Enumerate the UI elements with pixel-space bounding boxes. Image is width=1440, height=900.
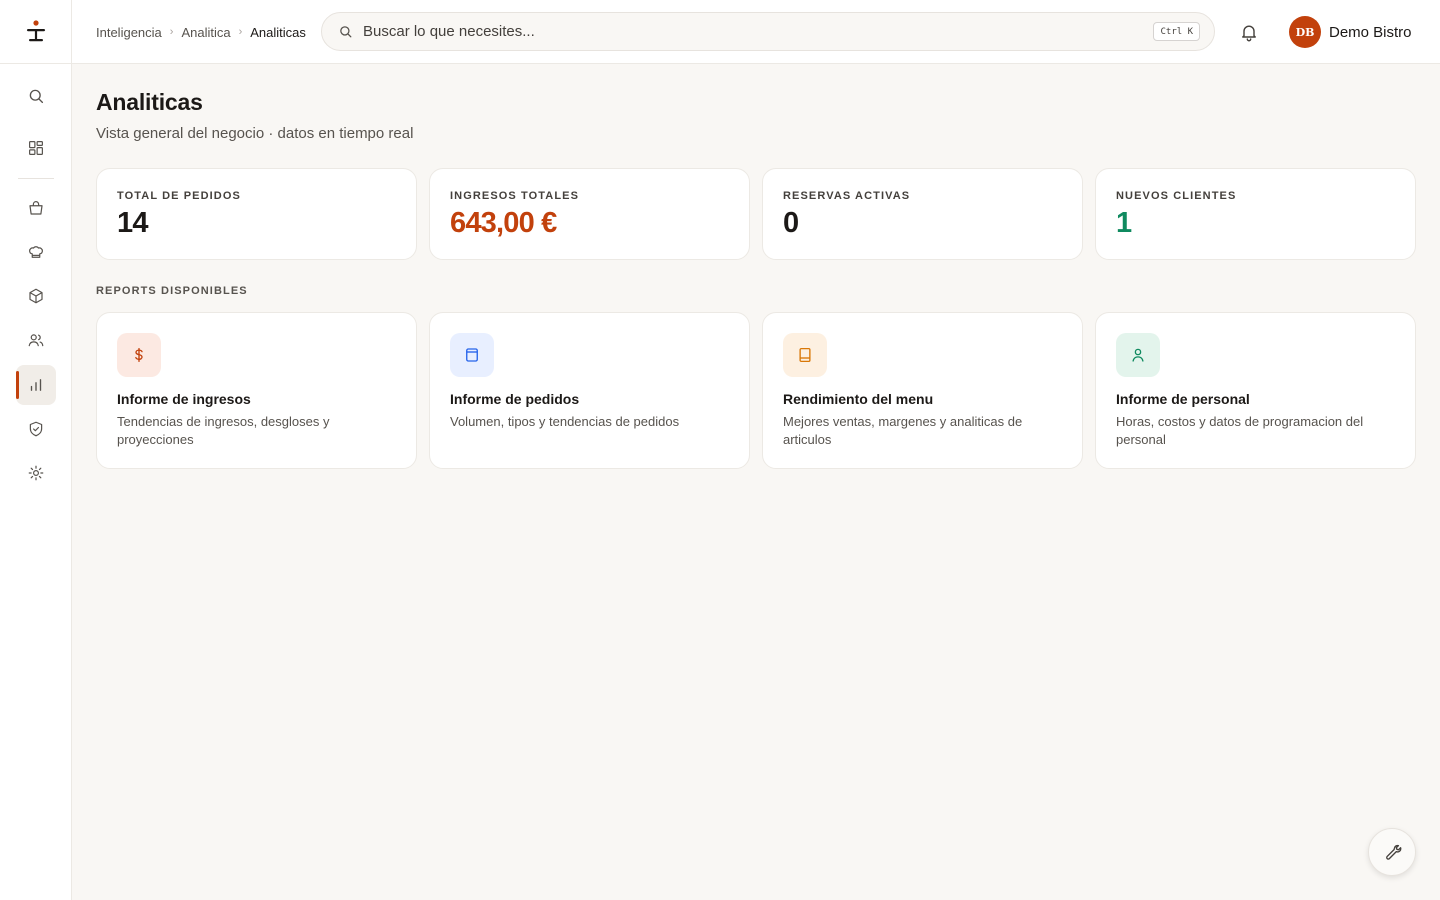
logo-icon xyxy=(27,19,45,41)
sidebar-item-inventory[interactable] xyxy=(16,276,56,316)
bar-chart-icon xyxy=(30,379,42,391)
report-card-menu-performance[interactable]: Rendimiento del menu Mejores ventas, mar… xyxy=(762,312,1083,469)
dashboard-icon xyxy=(29,141,43,155)
breadcrumb: Inteligencia › Analitica › Analiticas xyxy=(96,0,306,64)
report-description: Volumen, tipos y tendencias de pedidos xyxy=(450,414,680,429)
stat-value: 14 xyxy=(117,207,148,239)
wrench-icon xyxy=(1385,844,1401,860)
stat-card-active-reservations: RESERVAS ACTIVAS 0 xyxy=(762,168,1083,260)
report-card-revenue[interactable]: Informe de ingresos Tendencias de ingres… xyxy=(96,312,417,469)
search-bar[interactable]: Ctrl K xyxy=(321,12,1215,51)
users-icon xyxy=(28,334,44,347)
stat-label: INGRESOS TOTALES xyxy=(450,190,580,202)
clipboard-icon xyxy=(466,348,478,362)
breadcrumb-current: Analiticas xyxy=(250,24,306,40)
stat-card-new-customers: NUEVOS CLIENTES 1 xyxy=(1095,168,1416,260)
app-logo[interactable] xyxy=(0,0,72,64)
stat-label: RESERVAS ACTIVAS xyxy=(783,190,911,202)
report-icon-box xyxy=(1116,333,1160,377)
report-title: Informe de personal xyxy=(1116,391,1250,407)
shopping-bag-icon xyxy=(29,201,43,215)
dollar-icon xyxy=(135,347,143,363)
stat-value: 1 xyxy=(1116,207,1132,239)
sidebar xyxy=(0,0,72,900)
report-title: Rendimiento del menu xyxy=(783,391,934,407)
report-description: Horas, costos y datos de programacion de… xyxy=(1116,414,1364,447)
sidebar-item-kitchen[interactable] xyxy=(16,232,56,272)
chevron-right-icon: › xyxy=(169,26,174,38)
bell-icon[interactable] xyxy=(1239,22,1259,42)
topbar: Inteligencia › Analitica › Analiticas Ct… xyxy=(72,0,1440,64)
search-input[interactable] xyxy=(363,23,1123,40)
stat-label: NUEVOS CLIENTES xyxy=(1116,190,1237,202)
stat-card-total-orders: TOTAL DE PEDIDOS 14 xyxy=(96,168,417,260)
report-card-orders[interactable]: Informe de pedidos Volumen, tipos y tend… xyxy=(429,312,750,469)
sidebar-item-settings[interactable] xyxy=(16,453,56,493)
stat-card-total-revenue: INGRESOS TOTALES 643,00 € xyxy=(429,168,750,260)
search-icon xyxy=(29,89,44,104)
stat-value: 643,00 € xyxy=(450,207,557,239)
reports-section-label: REPORTS DISPONIBLES xyxy=(96,285,248,297)
breadcrumb-item-inteligencia[interactable]: Inteligencia xyxy=(96,25,162,40)
report-title: Informe de pedidos xyxy=(450,391,580,407)
sidebar-divider xyxy=(18,178,54,179)
avatar[interactable]: DB xyxy=(1289,16,1321,48)
settings-icon xyxy=(28,465,44,481)
shield-icon xyxy=(29,421,43,437)
page-title: Analiticas xyxy=(96,89,203,115)
report-icon-box xyxy=(450,333,494,377)
sidebar-item-security[interactable] xyxy=(16,409,56,449)
report-title: Informe de ingresos xyxy=(117,391,251,407)
chevron-right-icon: › xyxy=(238,26,243,38)
chef-hat-icon xyxy=(29,246,43,258)
sidebar-item-customers[interactable] xyxy=(16,320,56,360)
sidebar-item-dashboard[interactable] xyxy=(16,128,56,168)
user-name[interactable]: Demo Bistro xyxy=(1329,0,1412,64)
search-icon xyxy=(340,26,352,38)
book-icon xyxy=(799,347,811,363)
sidebar-item-search[interactable] xyxy=(16,76,56,116)
sidebar-item-orders[interactable] xyxy=(16,188,56,228)
breadcrumb-item-analitica[interactable]: Analitica xyxy=(181,25,230,40)
report-description: Mejores ventas, margenes y analiticas de… xyxy=(783,414,1023,447)
package-icon xyxy=(29,288,43,304)
report-icon-box xyxy=(117,333,161,377)
search-shortcut-badge: Ctrl K xyxy=(1153,22,1200,41)
report-card-staff[interactable]: Informe de personal Horas, costos y dato… xyxy=(1095,312,1416,469)
stat-value: 0 xyxy=(783,207,799,239)
user-icon xyxy=(1132,348,1144,362)
sidebar-item-analytics[interactable] xyxy=(16,365,56,405)
tools-button[interactable] xyxy=(1368,828,1416,876)
report-icon-box xyxy=(783,333,827,377)
stat-label: TOTAL DE PEDIDOS xyxy=(117,190,241,202)
page-subtitle: Vista general del negocio · datos en tie… xyxy=(96,125,414,142)
report-description: Tendencias de ingresos, desgloses y proy… xyxy=(117,414,330,447)
